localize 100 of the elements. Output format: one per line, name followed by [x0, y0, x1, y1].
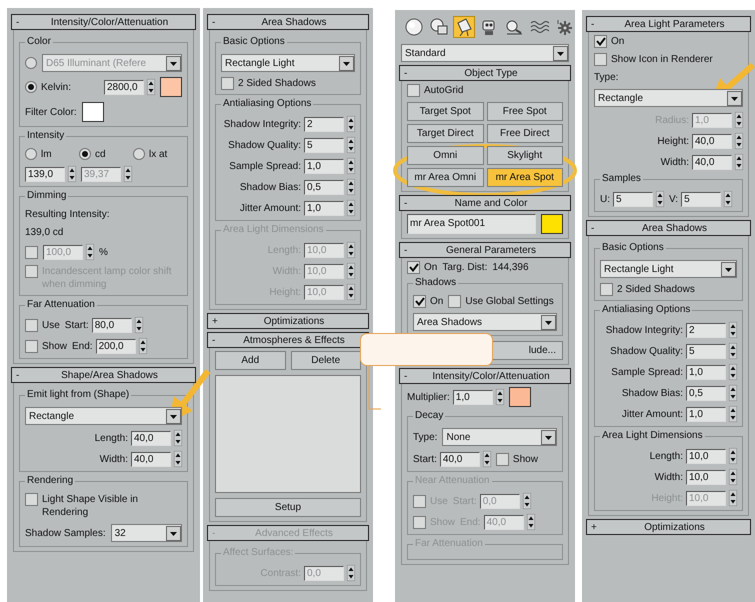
- spinner-arrows-icon[interactable]: [138, 338, 147, 354]
- number-field[interactable]: 10,0: [686, 470, 726, 484]
- rollout-header[interactable]: - Shape/Area Shadows: [11, 367, 196, 383]
- rollout-header[interactable]: - Area Shadows: [207, 14, 369, 30]
- number-field[interactable]: 40,0: [131, 430, 171, 446]
- number-field[interactable]: 40,0: [692, 154, 732, 170]
- button[interactable]: Target Spot: [407, 102, 484, 121]
- number-field[interactable]: 1,0: [304, 158, 344, 174]
- button[interactable]: Delete: [290, 351, 361, 370]
- radio-button[interactable]: [79, 148, 91, 160]
- toggle-symbol[interactable]: -: [16, 16, 28, 28]
- rollout-header[interactable]: - Atmospheres & Effects: [207, 332, 369, 348]
- button[interactable]: Setup: [215, 498, 361, 517]
- color-swatch[interactable]: [160, 77, 182, 97]
- spinner-arrows-icon[interactable]: [729, 448, 737, 464]
- button[interactable]: Target Direct: [407, 124, 484, 143]
- spinner-arrows-icon[interactable]: [347, 565, 355, 581]
- dropdown[interactable]: Rectangle: [25, 407, 182, 425]
- toggle-symbol[interactable]: -: [212, 334, 224, 346]
- rollout-header[interactable]: - Object Type: [399, 65, 571, 81]
- spinner-arrows-icon[interactable]: [347, 158, 355, 174]
- number-field[interactable]: 200,0: [96, 338, 136, 354]
- number-field[interactable]: 1,0: [686, 364, 726, 380]
- spinner-arrows-icon[interactable]: [347, 116, 355, 132]
- number-field[interactable]: 40,0: [692, 134, 732, 148]
- spinner-arrows-icon[interactable]: [482, 451, 491, 467]
- number-field[interactable]: 1,0: [452, 390, 493, 404]
- spinner-arrows-icon[interactable]: [68, 166, 76, 182]
- number-field[interactable]: 40,0: [440, 452, 480, 466]
- radio-button[interactable]: [25, 80, 37, 92]
- number-field[interactable]: 0,5: [686, 386, 726, 400]
- dropdown[interactable]: Rectangle: [594, 89, 743, 107]
- radio-button[interactable]: [133, 148, 145, 160]
- toolbar-button[interactable]: [403, 16, 425, 38]
- spinner-arrows-icon[interactable]: [174, 451, 182, 467]
- spinner-arrows-icon[interactable]: [174, 430, 182, 446]
- button[interactable]: Free Spot: [486, 102, 563, 121]
- checkbox[interactable]: [413, 295, 426, 308]
- spinner-arrows-icon[interactable]: [729, 406, 737, 422]
- color-swatch[interactable]: [508, 387, 531, 407]
- rollout-header[interactable]: - Intensity/Color/Attenuation: [11, 14, 196, 30]
- color-swatch[interactable]: [82, 102, 104, 122]
- rollout-header[interactable]: + Optimizations: [207, 313, 369, 329]
- button[interactable]: Add: [215, 351, 286, 370]
- number-field[interactable]: 139,0: [25, 166, 65, 182]
- spinner-arrows-icon[interactable]: [724, 191, 732, 207]
- checkbox[interactable]: [25, 318, 38, 332]
- rollout-header[interactable]: - Area Light Parameters: [586, 16, 751, 32]
- spinner-arrows-icon[interactable]: [656, 191, 664, 207]
- number-field[interactable]: 5: [613, 192, 653, 206]
- list-box[interactable]: [215, 375, 361, 493]
- number-field[interactable]: 2: [686, 322, 726, 338]
- button[interactable]: Omni: [407, 146, 484, 165]
- spinner-arrows-icon[interactable]: [496, 389, 504, 405]
- checkbox[interactable]: [407, 84, 420, 97]
- button[interactable]: mr Area Omni: [407, 168, 484, 187]
- dropdown[interactable]: Standard: [401, 44, 569, 62]
- number-field[interactable]: 5: [304, 138, 344, 152]
- spinner-arrows-icon[interactable]: [729, 364, 737, 380]
- checkbox[interactable]: [25, 246, 38, 258]
- spinner-arrows-icon[interactable]: [735, 154, 743, 170]
- number-field[interactable]: 2800,0: [104, 80, 144, 94]
- checkbox[interactable]: [600, 283, 613, 296]
- checkbox[interactable]: [496, 452, 509, 466]
- spinner-arrows-icon[interactable]: [729, 322, 737, 338]
- number-field[interactable]: 5: [686, 344, 726, 358]
- toggle-symbol[interactable]: -: [404, 66, 416, 80]
- toggle-symbol[interactable]: -: [404, 196, 416, 210]
- spinner-arrows-icon[interactable]: [347, 179, 355, 195]
- checkbox[interactable]: [407, 261, 420, 274]
- number-field[interactable]: 1,0: [304, 200, 344, 216]
- toolbar-button[interactable]: [453, 16, 475, 38]
- dropdown[interactable]: 32: [110, 524, 182, 542]
- rollout-header[interactable]: + Optimizations: [586, 519, 751, 535]
- rollout-header[interactable]: - Name and Color: [399, 195, 571, 211]
- radio-button[interactable]: [25, 148, 37, 160]
- spinner-arrows-icon[interactable]: [347, 137, 355, 153]
- number-field[interactable]: 1,0: [686, 406, 726, 422]
- name-field[interactable]: mr Area Spot001: [407, 214, 536, 234]
- spinner-arrows-icon[interactable]: [729, 343, 737, 359]
- checkbox[interactable]: [25, 493, 38, 506]
- spinner-arrows-icon[interactable]: [729, 469, 737, 485]
- spinner-arrows-icon[interactable]: [729, 385, 737, 401]
- spinner-arrows-icon[interactable]: [134, 317, 143, 333]
- rollout-header[interactable]: - Intensity/Color/Attenuation: [399, 368, 571, 384]
- number-field[interactable]: 5: [681, 192, 722, 206]
- checkbox[interactable]: [221, 77, 234, 90]
- number-field[interactable]: 40,0: [131, 452, 171, 466]
- number-field[interactable]: 10,0: [686, 448, 726, 464]
- button[interactable]: mr Area Spot: [486, 168, 563, 187]
- spinner-arrows-icon[interactable]: [147, 79, 155, 95]
- number-field[interactable]: 80,0: [92, 318, 132, 332]
- dropdown[interactable]: Rectangle Light: [221, 54, 355, 72]
- rollout-header[interactable]: - General Parameters: [399, 242, 571, 258]
- toggle-symbol[interactable]: -: [591, 18, 603, 30]
- number-field[interactable]: 0,5: [304, 180, 344, 194]
- dropdown[interactable]: Rectangle Light: [600, 260, 737, 278]
- toggle-symbol[interactable]: -: [16, 368, 28, 382]
- spinner-arrows-icon[interactable]: [735, 133, 743, 149]
- dropdown[interactable]: None: [442, 428, 557, 446]
